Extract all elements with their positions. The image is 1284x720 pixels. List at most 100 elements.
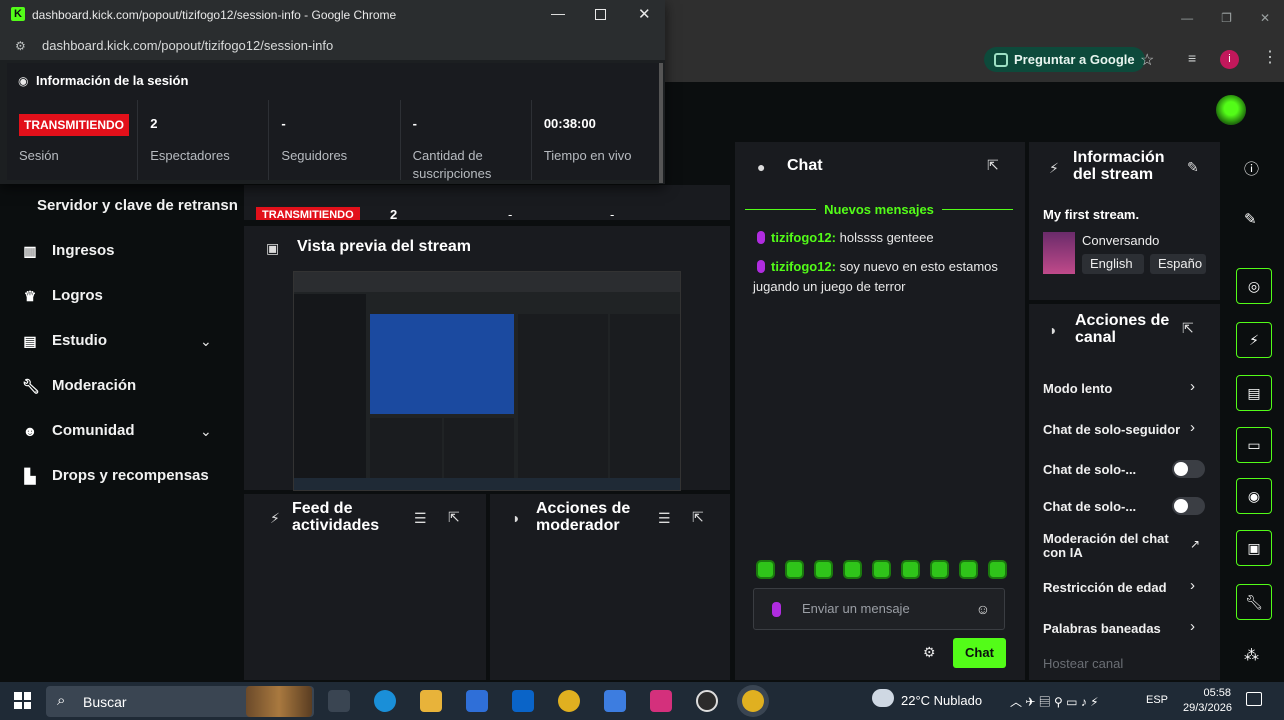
session-info-panel: TRANSMITIENDO 2 - - [244, 185, 730, 220]
emote-icon[interactable] [959, 560, 978, 579]
close-icon[interactable]: ✕ [1260, 11, 1270, 25]
toggle-switch[interactable] [1172, 497, 1205, 515]
minimize-icon[interactable]: — [551, 5, 565, 21]
profile-avatar[interactable]: i [1220, 50, 1239, 69]
popout-url[interactable]: dashboard.kick.com/popout/tizifogo12/ses… [42, 38, 333, 53]
language-indicator[interactable]: ESP [1146, 694, 1168, 706]
sidebar-item-estudio[interactable]: ▤ Estudio [22, 332, 107, 349]
broadcast-icon[interactable]: ◉ [1236, 478, 1272, 514]
category-name[interactable]: Conversando [1082, 233, 1159, 248]
emote-icon[interactable] [988, 560, 1007, 579]
notifications-icon[interactable] [1246, 692, 1262, 706]
media-control-icon[interactable]: ≡ [1188, 50, 1196, 66]
user-avatar[interactable] [1216, 95, 1246, 125]
outlook-icon[interactable] [512, 690, 534, 712]
restore-icon[interactable]: ❐ [1221, 11, 1232, 25]
emote-icon[interactable] [785, 560, 804, 579]
filter-icon[interactable]: ☰ [658, 510, 671, 527]
sidebar-item-drops[interactable]: ▙ Drops y recompensas [22, 467, 209, 484]
chat-bubble-icon[interactable]: ▭ [1236, 427, 1272, 463]
search-highlight-image[interactable] [246, 686, 312, 717]
chat-username[interactable]: tizifogo12: [771, 259, 836, 274]
sidebar-item-ingresos[interactable]: ▥ Ingresos [22, 242, 114, 259]
toggle-switch[interactable] [1172, 460, 1205, 478]
search-placeholder: Buscar [83, 694, 127, 710]
popout-icon[interactable]: ⇱ [1182, 320, 1194, 337]
emote-icon[interactable] [756, 560, 775, 579]
maximize-icon[interactable] [595, 9, 606, 20]
time: 05:58 [1203, 687, 1231, 699]
chat-message[interactable]: tizifogo12: soy nuevo en esto estamos ju… [753, 257, 1013, 297]
sidebar-item-moderacion[interactable]: 🔧︎ Moderación [22, 377, 136, 394]
chat-message[interactable]: tizifogo12: holssss genteee [753, 228, 1013, 248]
tag-badge[interactable]: Españo [1150, 254, 1206, 274]
instagram-icon[interactable] [650, 690, 672, 712]
apps-icon[interactable]: ⁂ [1244, 646, 1259, 664]
obs-icon[interactable] [696, 690, 718, 712]
action-host-channel[interactable]: Hostear canal [1043, 656, 1208, 671]
file-explorer-icon[interactable] [420, 690, 442, 712]
ask-google-button[interactable]: Preguntar a Google [984, 47, 1145, 72]
window-controls[interactable]: — ❐ ✕ [1181, 0, 1284, 36]
bolt-icon: ⚡︎ [270, 510, 280, 526]
sidebar-item-server-key[interactable]: Servidor y clave de retransn [37, 197, 238, 214]
edge-icon[interactable] [374, 690, 396, 712]
bolt-icon[interactable]: ⚡︎ [1236, 322, 1272, 358]
action-ai-moderation[interactable]: Moderación del chat con IA [1043, 532, 1173, 560]
chat-input[interactable]: Enviar un mensaje ☺ [753, 588, 1005, 630]
windows-start-icon[interactable] [14, 692, 31, 709]
weather-text[interactable]: 22°C Nublado [901, 693, 982, 708]
emote-icon[interactable] [872, 560, 891, 579]
chat-username[interactable]: tizifogo12: [771, 230, 836, 245]
gear-icon[interactable]: ⚙ [923, 644, 936, 661]
popout-icon[interactable]: ⇱ [448, 509, 460, 526]
more-menu-icon[interactable]: ⋮ [1262, 47, 1278, 67]
action-followers-only[interactable]: Chat de solo-seguidor [1043, 422, 1183, 437]
action-age-restriction[interactable]: Restricción de edad [1043, 580, 1208, 595]
sidebar-item-label: Servidor y clave de retransn [37, 197, 238, 214]
camera-icon[interactable]: ◎ [1236, 268, 1272, 304]
emote-icon[interactable] [814, 560, 833, 579]
pencil-icon[interactable]: ✎ [1244, 210, 1257, 228]
scrollbar[interactable] [659, 63, 663, 183]
filter-icon[interactable]: ☰ [414, 510, 427, 527]
app-icon[interactable] [604, 690, 626, 712]
minimize-icon[interactable]: — [1181, 11, 1193, 25]
emoji-icon[interactable]: ☺ [976, 601, 990, 617]
emote-icon[interactable] [843, 560, 862, 579]
chevron-right-icon[interactable]: › [1190, 577, 1195, 594]
emote-icon[interactable] [901, 560, 920, 579]
task-view-icon[interactable] [328, 690, 350, 712]
emote-icon[interactable] [930, 560, 949, 579]
sidebar-item-label: Moderación [52, 377, 137, 394]
system-tray-icons[interactable]: ︿ ✈ ▤ ⚲ ▭ ♪ ⚡︎ [1010, 693, 1099, 710]
sidebar-item-logros[interactable]: ♛ Logros [22, 287, 103, 304]
external-link-icon[interactable]: ↗ [1190, 537, 1200, 551]
edit-icon[interactable]: ✎ [1187, 159, 1199, 176]
notes-icon[interactable]: ▤ [1236, 375, 1272, 411]
action-banned-words[interactable]: Palabras baneadas [1043, 621, 1208, 636]
store-icon[interactable] [466, 690, 488, 712]
chevron-right-icon[interactable]: › [1190, 378, 1195, 395]
chevron-down-icon[interactable]: ⌄ [200, 423, 212, 440]
wrench-icon[interactable]: 🔧︎ [1236, 584, 1272, 620]
bookmark-star-icon[interactable]: ☆ [1140, 50, 1154, 70]
site-info-icon[interactable]: ⚙ [15, 39, 26, 53]
sidebar-item-comunidad[interactable]: ☻ Comunidad [22, 422, 135, 439]
chevron-down-icon[interactable]: ⌄ [200, 333, 212, 350]
new-messages-divider: Nuevos mensajes [745, 202, 1013, 217]
chevron-right-icon[interactable]: › [1190, 618, 1195, 635]
popout-icon[interactable]: ⇱ [692, 509, 704, 526]
chat-send-button[interactable]: Chat [953, 638, 1006, 668]
people-icon[interactable]: ▣ [1236, 530, 1272, 566]
chrome-icon[interactable] [558, 690, 580, 712]
tag-badge[interactable]: English [1082, 254, 1144, 274]
clock[interactable]: 05:58 29/3/2026 [1183, 686, 1232, 716]
stream-preview-video[interactable] [293, 271, 681, 491]
close-icon[interactable]: ✕ [638, 5, 651, 23]
popout-icon[interactable]: ⇱ [987, 157, 999, 174]
chevron-right-icon[interactable]: › [1190, 419, 1195, 436]
action-slow-mode[interactable]: Modo lento [1043, 381, 1208, 396]
chrome-active-icon[interactable] [742, 690, 764, 712]
info-icon[interactable]: ⓘ [1244, 158, 1259, 179]
